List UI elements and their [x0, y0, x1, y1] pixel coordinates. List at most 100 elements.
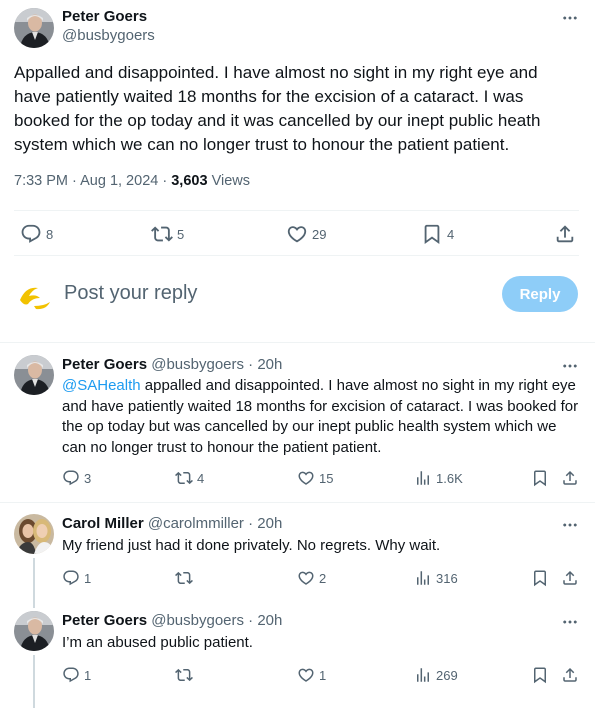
share-icon — [561, 666, 579, 684]
retweet-action[interactable] — [175, 666, 197, 684]
thread-line — [33, 655, 35, 708]
reply-author-handle[interactable]: @busbygoers — [151, 612, 244, 629]
reply-age[interactable]: · 20h — [248, 356, 282, 373]
avatar-image — [14, 355, 54, 395]
retweet-action[interactable] — [175, 569, 197, 587]
like-action[interactable]: 2 — [297, 569, 326, 587]
retweet-count: 4 — [197, 470, 205, 486]
retweet-icon — [151, 223, 173, 245]
share-icon — [554, 223, 576, 245]
share-icon — [561, 569, 579, 587]
like-action[interactable]: 1 — [297, 666, 326, 684]
reply-age[interactable]: · 20h — [248, 612, 282, 629]
reply-text: My friend just had it done privately. No… — [62, 537, 441, 554]
reply-text: I’m an abused public patient. — [62, 634, 253, 651]
meta-separator: · — [72, 173, 77, 189]
main-author-avatar[interactable] — [14, 8, 54, 48]
reply-header: Peter Goers @busbygoers · 20h — [62, 355, 282, 375]
main-author-handle[interactable]: @busbygoers — [62, 26, 155, 46]
reply-author-handle[interactable]: @busbygoers — [151, 356, 244, 373]
bookmark-action[interactable] — [531, 666, 549, 684]
reply-author-name[interactable]: Carol Miller — [62, 515, 144, 532]
reply-avatar[interactable] — [14, 355, 54, 395]
share-action[interactable] — [561, 666, 579, 684]
reply-author-handle[interactable]: @carolmmiller — [148, 515, 244, 532]
more-icon[interactable] — [561, 357, 579, 375]
reply-input[interactable]: Post your reply — [64, 282, 197, 305]
retweet-icon — [175, 469, 193, 487]
reply-icon — [20, 223, 42, 245]
like-count: 2 — [319, 570, 327, 586]
retweet-action[interactable]: 5 — [151, 223, 184, 245]
tweet-time[interactable]: 7:33 PM — [14, 173, 68, 189]
bookmark-icon — [421, 223, 443, 245]
reply-button[interactable]: Reply — [502, 276, 578, 312]
main-author-name[interactable]: Peter Goers — [62, 8, 155, 26]
main-tweet-text: Appalled and disappointed. I have almost… — [14, 63, 541, 154]
divider — [0, 502, 595, 503]
reply-action[interactable]: 8 — [20, 223, 53, 245]
reply-icon — [62, 666, 80, 684]
views-count: 1.6K — [436, 470, 463, 486]
more-icon[interactable] — [561, 613, 579, 631]
views-count: 269 — [436, 667, 458, 683]
bookmark-action[interactable] — [531, 469, 549, 487]
like-icon — [297, 469, 315, 487]
bookmark-count: 4 — [447, 226, 455, 242]
thread-line — [33, 558, 35, 608]
reply-icon — [62, 569, 80, 587]
reply-action[interactable]: 3 — [62, 469, 91, 487]
avatar-image — [14, 611, 54, 651]
views-icon — [414, 569, 432, 587]
bookmark-action[interactable] — [531, 569, 549, 587]
reply-age[interactable]: · 20h — [248, 515, 282, 532]
reply-avatar[interactable] — [14, 514, 54, 554]
bookmark-action[interactable]: 4 — [421, 223, 454, 245]
avatar-image — [14, 8, 54, 48]
reply-action[interactable]: 1 — [62, 666, 91, 684]
more-icon[interactable] — [561, 516, 579, 534]
reply-text: @SAHealth appalled and disappointed. I h… — [62, 376, 582, 458]
views-action[interactable]: 316 — [414, 569, 458, 587]
retweet-action[interactable]: 4 — [175, 469, 204, 487]
retweet-count: 5 — [177, 226, 185, 242]
views-icon — [414, 469, 432, 487]
retweet-icon — [175, 569, 193, 587]
main-author-block: Peter Goers @busbygoers — [62, 8, 155, 46]
reply-author-name[interactable]: Peter Goers — [62, 612, 147, 629]
like-icon — [297, 666, 315, 684]
tweet-date[interactable]: Aug 1, 2024 — [80, 173, 158, 189]
like-count: 29 — [312, 226, 327, 242]
views-action[interactable]: 269 — [414, 666, 458, 684]
share-action[interactable] — [554, 223, 576, 245]
like-action[interactable]: 29 — [286, 223, 326, 245]
views-count: 3,603 — [171, 173, 208, 189]
reply-action[interactable]: 1 — [62, 569, 91, 587]
reply-header: Carol Miller @carolmmiller · 20h — [62, 514, 282, 534]
share-action[interactable] — [561, 469, 579, 487]
like-action[interactable]: 15 — [297, 469, 333, 487]
mention-link[interactable]: @SAHealth — [62, 377, 141, 394]
bookmark-icon — [531, 469, 549, 487]
retweet-icon — [175, 666, 193, 684]
composer-avatar-logo — [20, 287, 50, 310]
meta-separator: · — [162, 173, 168, 189]
like-count: 15 — [319, 470, 334, 486]
main-tweet-meta: 7:33 PM · Aug 1, 2024 · 3,603 Views — [14, 173, 250, 189]
reply-header: Peter Goers @busbygoers · 20h — [62, 611, 282, 631]
reply-icon — [62, 469, 80, 487]
like-icon — [286, 223, 308, 245]
views-icon — [414, 666, 432, 684]
reply-avatar[interactable] — [14, 611, 54, 651]
share-icon — [561, 469, 579, 487]
share-action[interactable] — [561, 569, 579, 587]
reply-count: 8 — [46, 226, 54, 242]
bookmark-icon — [531, 666, 549, 684]
like-icon — [297, 569, 315, 587]
divider — [14, 255, 579, 256]
avatar-image — [14, 514, 54, 554]
views-action[interactable]: 1.6K — [414, 469, 463, 487]
reply-author-name[interactable]: Peter Goers — [62, 356, 147, 373]
composer-avatar[interactable] — [14, 276, 54, 316]
more-icon[interactable] — [561, 9, 579, 27]
